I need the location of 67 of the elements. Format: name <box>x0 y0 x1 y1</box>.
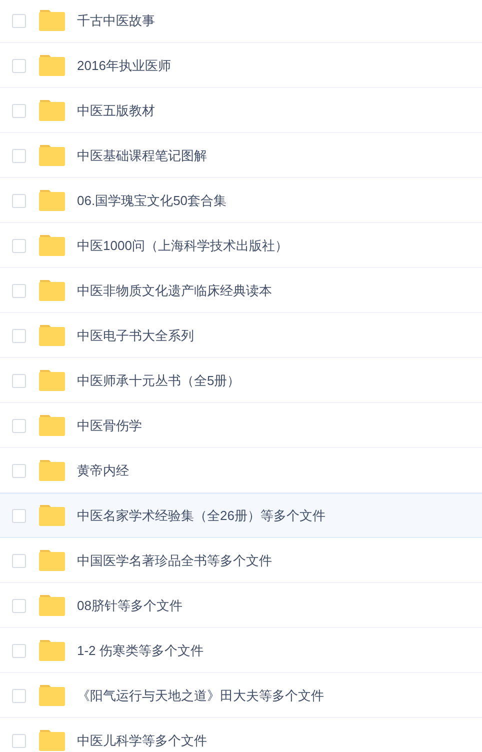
file-row[interactable]: 中医基础课程笔记图解 <box>0 133 482 178</box>
folder-name[interactable]: 中医基础课程笔记图解 <box>77 146 207 164</box>
folder-icon <box>39 325 65 346</box>
file-row[interactable]: 中医1000问（上海科学技术出版社） <box>0 223 482 268</box>
folder-icon <box>39 505 65 526</box>
file-row[interactable]: 08脐针等多个文件 <box>0 583 482 628</box>
folder-name[interactable]: 中医儿科学等多个文件 <box>77 732 207 750</box>
folder-icon <box>39 280 65 301</box>
file-row[interactable]: 中医儿科学等多个文件 <box>0 718 482 752</box>
checkbox[interactable] <box>12 598 26 612</box>
folder-icon <box>39 460 65 481</box>
folder-name[interactable]: 千古中医故事 <box>77 12 155 30</box>
folder-icon <box>39 550 65 571</box>
folder-name[interactable]: 06.国学瑰宝文化50套合集 <box>77 192 227 210</box>
checkbox[interactable] <box>12 328 26 342</box>
file-row[interactable]: 中医五版教材 <box>0 88 482 133</box>
folder-name[interactable]: 2016年执业医师 <box>77 56 171 74</box>
folder-icon <box>39 595 65 616</box>
folder-name[interactable]: 08脐针等多个文件 <box>77 596 182 614</box>
checkbox[interactable] <box>12 554 26 568</box>
folder-name[interactable]: 中医师承十元丛书（全5册） <box>77 372 240 390</box>
checkbox[interactable] <box>12 284 26 298</box>
checkbox[interactable] <box>12 194 26 208</box>
checkbox[interactable] <box>12 418 26 432</box>
folder-icon <box>39 10 65 31</box>
file-row[interactable]: 1-2 伤寒类等多个文件 <box>0 628 482 673</box>
folder-icon <box>39 730 65 751</box>
checkbox[interactable] <box>12 464 26 478</box>
file-row[interactable]: 中国医学名著珍品全书等多个文件 <box>0 538 482 583</box>
file-row[interactable]: 中医名家学术经验集（全26册）等多个文件 <box>0 493 482 538</box>
folder-icon <box>39 685 65 706</box>
checkbox[interactable] <box>12 688 26 702</box>
folder-icon <box>39 100 65 121</box>
file-row[interactable]: 《阳气运行与天地之道》田大夫等多个文件 <box>0 673 482 718</box>
folder-icon <box>39 415 65 436</box>
file-row[interactable]: 千古中医故事 <box>0 0 482 43</box>
folder-name[interactable]: 中医骨伤学 <box>77 416 142 434</box>
folder-name[interactable]: 中医非物质文化遗产临床经典读本 <box>77 282 272 300</box>
checkbox[interactable] <box>12 508 26 522</box>
folder-icon <box>39 370 65 391</box>
folder-name[interactable]: 1-2 伤寒类等多个文件 <box>77 642 204 660</box>
file-row[interactable]: 中医电子书大全系列 <box>0 313 482 358</box>
checkbox[interactable] <box>12 148 26 162</box>
checkbox[interactable] <box>12 104 26 118</box>
folder-name[interactable]: 中医电子书大全系列 <box>77 326 194 344</box>
folder-name[interactable]: 中医1000问（上海科学技术出版社） <box>77 236 288 254</box>
checkbox[interactable] <box>12 58 26 72</box>
folder-name[interactable]: 中医名家学术经验集（全26册）等多个文件 <box>77 506 326 524</box>
folder-name[interactable]: 中医五版教材 <box>77 102 155 120</box>
checkbox[interactable] <box>12 238 26 252</box>
file-row[interactable]: 中医师承十元丛书（全5册） <box>0 358 482 403</box>
folder-icon <box>39 190 65 211</box>
folder-name[interactable]: 《阳气运行与天地之道》田大夫等多个文件 <box>77 686 324 704</box>
checkbox[interactable] <box>12 374 26 388</box>
checkbox[interactable] <box>12 644 26 658</box>
file-row[interactable]: 2016年执业医师 <box>0 43 482 88</box>
checkbox[interactable] <box>12 734 26 748</box>
folder-icon <box>39 640 65 661</box>
folder-name[interactable]: 黄帝内经 <box>77 462 129 480</box>
file-row[interactable]: 中医骨伤学 <box>0 403 482 448</box>
folder-icon <box>39 55 65 76</box>
folder-name[interactable]: 中国医学名著珍品全书等多个文件 <box>77 552 272 570</box>
file-row[interactable]: 06.国学瑰宝文化50套合集 <box>0 178 482 223</box>
checkbox[interactable] <box>12 14 26 28</box>
folder-icon <box>39 145 65 166</box>
file-row[interactable]: 中医非物质文化遗产临床经典读本 <box>0 268 482 313</box>
folder-icon <box>39 235 65 256</box>
